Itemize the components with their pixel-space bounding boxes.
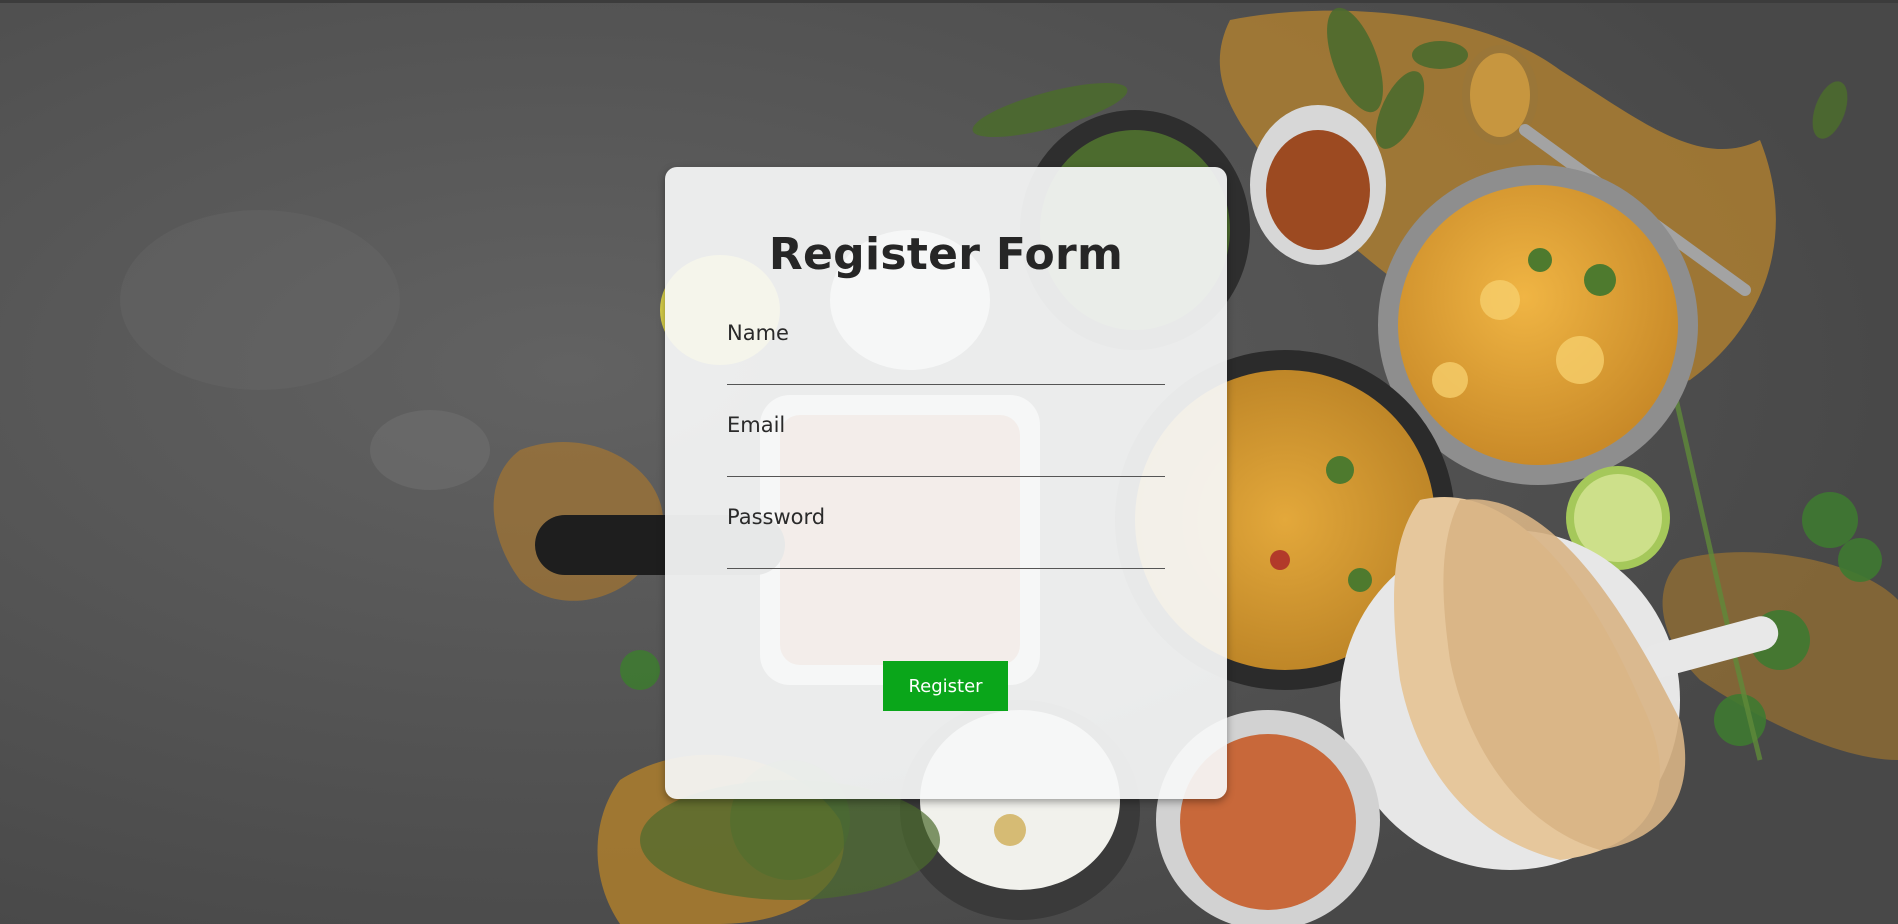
email-label: Email	[727, 413, 786, 437]
email-field: Email	[727, 411, 1165, 477]
name-label: Name	[727, 321, 789, 345]
form-title: Register Form	[768, 229, 1124, 280]
register-form-card: Register Form Name Email Password Regist…	[665, 167, 1227, 799]
name-input[interactable]	[727, 355, 1165, 385]
password-field: Password	[727, 503, 1165, 569]
name-field: Name	[727, 319, 1165, 385]
password-label: Password	[727, 505, 826, 529]
top-strip	[0, 0, 1898, 3]
register-button[interactable]: Register	[883, 661, 1008, 711]
register-page: Register Form Name Email Password Regist…	[0, 0, 1898, 924]
email-input[interactable]	[727, 447, 1165, 477]
password-input[interactable]	[727, 539, 1165, 569]
